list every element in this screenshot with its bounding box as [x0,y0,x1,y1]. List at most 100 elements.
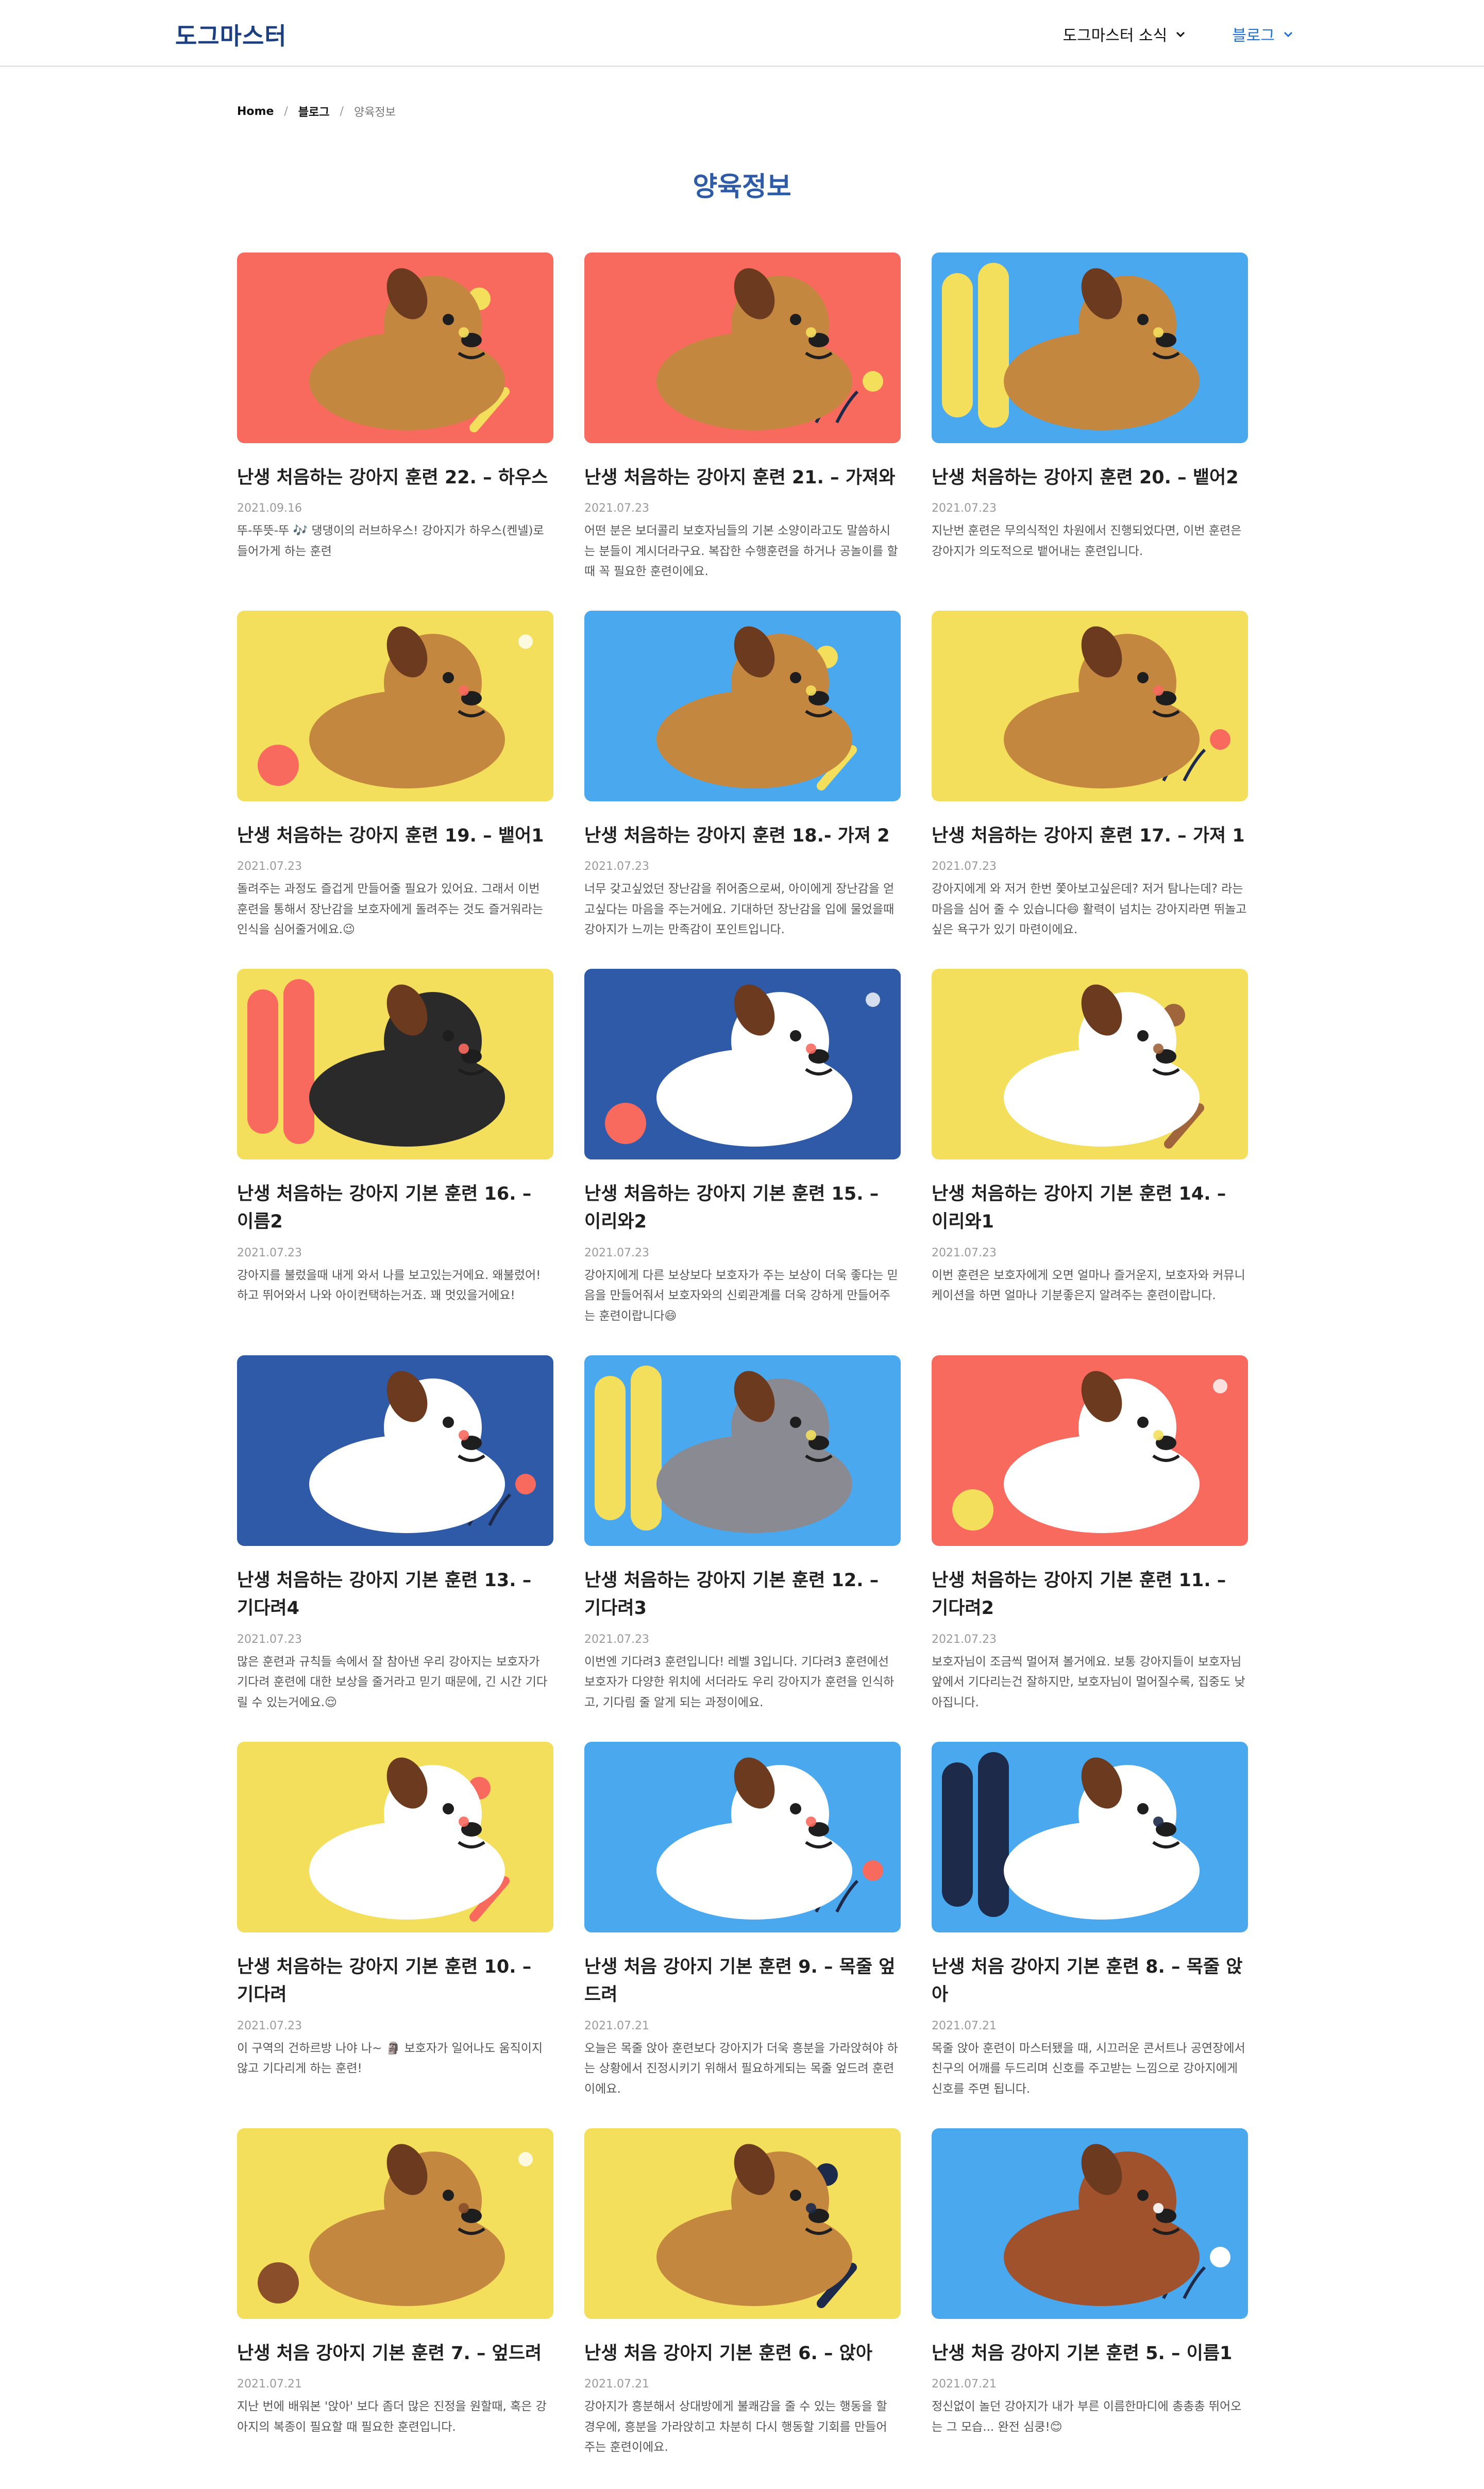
breadcrumb: Home / 블로그 / 양육정보 [237,103,396,120]
post-excerpt: 강아지에게 와 저거 한번 쫓아보고싶은데? 저거 탐나는데? 라는 마음을 심… [932,882,1247,937]
post-card[interactable]: 난생 처음 강아지 기본 훈련 9. – 목줄 엎드려 2021.07.21 오늘은… [584,1742,901,2128]
post-card[interactable]: 난생 처음하는 강아지 훈련 19. – 뱉어1 2021.07.23 돌려주는 과… [237,611,553,969]
nav-item-news[interactable]: 도그마스터 소식 [1063,23,1186,45]
post-card[interactable]: 난생 처음하는 강아지 기본 훈련 13. – 기다려4 2021.07.23 많은… [237,1355,553,1742]
dog-illustration [237,969,553,1159]
post-grid: 난생 처음하는 강아지 훈련 22. – 하우스 2021.09.16 뚜-뚜뜻-뚜… [237,253,1248,2489]
post-date: 2021.07.23 [237,1633,302,1646]
site-logo[interactable]: 도그마스터 [175,18,287,52]
page-title: 양육정보 [693,172,791,203]
post-date: 2021.07.23 [237,1246,302,1259]
post-date: 2021.09.16 [237,502,302,515]
post-date: 2021.07.23 [237,860,302,873]
dog-illustration [584,1355,901,1546]
dog-illustration [932,2128,1248,2319]
post-excerpt: 뚜-뚜뜻-뚜 🎶 댕댕이의 러브하우스! 강아지가 하우스(켄넬)로 들어가게 … [237,524,544,558]
post-excerpt: 이 구역의 건하르방 나야 나~ 🗿 보호자가 일어나도 움직이지 않고 기다리… [237,2041,543,2076]
post-title[interactable]: 난생 처음 강아지 기본 훈련 9. – 목줄 엎드려 [584,1953,901,2009]
chevron-down-icon [1176,31,1185,38]
post-date: 2021.07.23 [932,1633,997,1646]
post-card[interactable]: 난생 처음하는 강아지 기본 훈련 15. – 이리와2 2021.07.23 강아… [584,969,901,1355]
post-date: 2021.07.23 [237,2019,302,2032]
post-title[interactable]: 난생 처음하는 강아지 훈련 22. – 하우스 [237,464,553,492]
post-card[interactable]: 난생 처음하는 강아지 훈련 22. – 하우스 2021.09.16 뚜-뚜뜻-뚜… [237,253,553,611]
dog-illustration [932,611,1248,801]
post-thumbnail[interactable] [584,1355,901,1546]
post-title[interactable]: 난생 처음하는 강아지 기본 훈련 13. – 기다려4 [237,1567,553,1623]
post-excerpt: 이번엔 기다려3 훈련입니다! 레벨 3입니다. 기다려3 훈련에선 보호자가 … [584,1655,895,1709]
post-card[interactable]: 난생 처음하는 강아지 훈련 18.- 가져 2 2021.07.23 너무 갖고싶… [584,611,901,969]
dog-illustration [237,1742,553,1932]
dog-illustration [584,253,901,443]
breadcrumb-home[interactable]: Home [237,105,274,118]
post-thumbnail[interactable] [237,969,553,1159]
post-thumbnail[interactable] [584,969,901,1159]
post-date: 2021.07.23 [584,860,649,873]
post-title[interactable]: 난생 처음하는 강아지 기본 훈련 11. – 기다려2 [932,1567,1248,1623]
dog-illustration [237,2128,553,2319]
post-thumbnail[interactable] [932,611,1248,801]
post-card[interactable]: 난생 처음하는 강아지 훈련 17. – 가져 1 2021.07.23 강아지에게… [932,611,1248,969]
post-thumbnail[interactable] [237,611,553,801]
post-title[interactable]: 난생 처음하는 강아지 기본 훈련 16. – 이름2 [237,1180,553,1236]
post-date: 2021.07.23 [584,1633,649,1646]
post-thumbnail[interactable] [932,1355,1248,1546]
post-thumbnail[interactable] [237,253,553,443]
post-excerpt: 정신없이 놀던 강아지가 내가 부른 이름한마디에 총총총 뛰어오는 그 모습.… [932,2400,1242,2434]
post-thumbnail[interactable] [932,1742,1248,1932]
dog-illustration [237,1355,553,1546]
post-title[interactable]: 난생 처음하는 강아지 기본 훈련 15. – 이리와2 [584,1180,901,1236]
dog-illustration [584,611,901,801]
post-title[interactable]: 난생 처음 강아지 기본 훈련 6. – 앉아 [584,2340,901,2367]
post-thumbnail[interactable] [932,2128,1248,2319]
post-excerpt: 이번 훈련은 보호자에게 오면 얼마나 즐거운지, 보호자와 커뮤니케이션을 하… [932,1268,1245,1303]
post-excerpt: 돌려주는 과정도 즐겁게 만들어줄 필요가 있어요. 그래서 이번 훈련을 통해… [237,882,544,937]
post-card[interactable]: 난생 처음하는 강아지 훈련 21. – 가져와 2021.07.23 어떤 분은 … [584,253,901,611]
post-thumbnail[interactable] [237,1355,553,1546]
post-title[interactable]: 난생 처음 강아지 기본 훈련 7. – 엎드려 [237,2340,553,2367]
post-thumbnail[interactable] [932,969,1248,1159]
post-excerpt: 많은 훈련과 규칙들 속에서 잘 참아낸 우리 강아지는 보호자가 기다려 훈련… [237,1655,548,1709]
post-title[interactable]: 난생 처음하는 강아지 훈련 19. – 뱉어1 [237,822,553,850]
post-title[interactable]: 난생 처음하는 강아지 기본 훈련 14. – 이리와1 [932,1180,1248,1236]
site-header: 도그마스터 도그마스터 소식 블로그 [0,0,1484,67]
post-thumbnail[interactable] [932,253,1248,443]
post-card[interactable]: 난생 처음하는 강아지 훈련 20. – 뱉어2 2021.07.23 지난번 훈련… [932,253,1248,611]
nav-item-blog[interactable]: 블로그 [1232,23,1293,45]
post-card[interactable]: 난생 처음 강아지 기본 훈련 7. – 엎드려 2021.07.21 지난 번에 … [237,2128,553,2489]
dog-illustration [237,611,553,801]
post-thumbnail[interactable] [584,2128,901,2319]
post-card[interactable]: 난생 처음 강아지 기본 훈련 5. – 이름1 2021.07.21 정신없이 놀… [932,2128,1248,2489]
post-excerpt: 강아지를 불렀을때 내게 와서 나를 보고있는거에요. 왜불렀어! 하고 뛰어와… [237,1268,541,1303]
nav-item-label: 블로그 [1232,27,1275,45]
post-date: 2021.07.21 [237,2378,302,2391]
post-title[interactable]: 난생 처음하는 강아지 기본 훈련 10. – 기다려 [237,1953,553,2009]
post-card[interactable]: 난생 처음하는 강아지 기본 훈련 12. – 기다려3 2021.07.23 이번… [584,1355,901,1742]
dog-illustration [237,253,553,443]
post-thumbnail[interactable] [584,253,901,443]
post-title[interactable]: 난생 처음하는 강아지 훈련 21. – 가져와 [584,464,901,492]
post-thumbnail[interactable] [584,1742,901,1932]
post-date: 2021.07.23 [584,1246,649,1259]
dog-illustration [932,253,1248,443]
post-card[interactable]: 난생 처음 강아지 기본 훈련 8. – 목줄 앉아 2021.07.21 목줄 앉… [932,1742,1248,2128]
chevron-down-icon [1284,31,1293,38]
post-title[interactable]: 난생 처음하는 강아지 훈련 18.- 가져 2 [584,822,901,850]
post-thumbnail[interactable] [237,1742,553,1932]
main-nav: 도그마스터 소식 블로그 [1063,23,1293,45]
post-title[interactable]: 난생 처음하는 강아지 기본 훈련 12. – 기다려3 [584,1567,901,1623]
breadcrumb-current: 양육정보 [353,106,396,119]
post-date: 2021.07.23 [932,1246,997,1259]
post-title[interactable]: 난생 처음 강아지 기본 훈련 8. – 목줄 앉아 [932,1953,1248,2009]
post-card[interactable]: 난생 처음하는 강아지 기본 훈련 10. – 기다려 2021.07.23 이 구… [237,1742,553,2128]
post-title[interactable]: 난생 처음 강아지 기본 훈련 5. – 이름1 [932,2340,1248,2367]
post-thumbnail[interactable] [237,2128,553,2319]
post-thumbnail[interactable] [584,611,901,801]
breadcrumb-blog[interactable]: 블로그 [298,103,330,120]
post-card[interactable]: 난생 처음하는 강아지 기본 훈련 14. – 이리와1 2021.07.23 이번… [932,969,1248,1355]
post-card[interactable]: 난생 처음하는 강아지 기본 훈련 11. – 기다려2 2021.07.23 보호… [932,1355,1248,1742]
post-card[interactable]: 난생 처음 강아지 기본 훈련 6. – 앉아 2021.07.21 강아지가 흥분… [584,2128,901,2489]
post-title[interactable]: 난생 처음하는 강아지 훈련 20. – 뱉어2 [932,464,1248,492]
post-card[interactable]: 난생 처음하는 강아지 기본 훈련 16. – 이름2 2021.07.23 강아지… [237,969,553,1355]
post-title[interactable]: 난생 처음하는 강아지 훈련 17. – 가져 1 [932,822,1248,850]
